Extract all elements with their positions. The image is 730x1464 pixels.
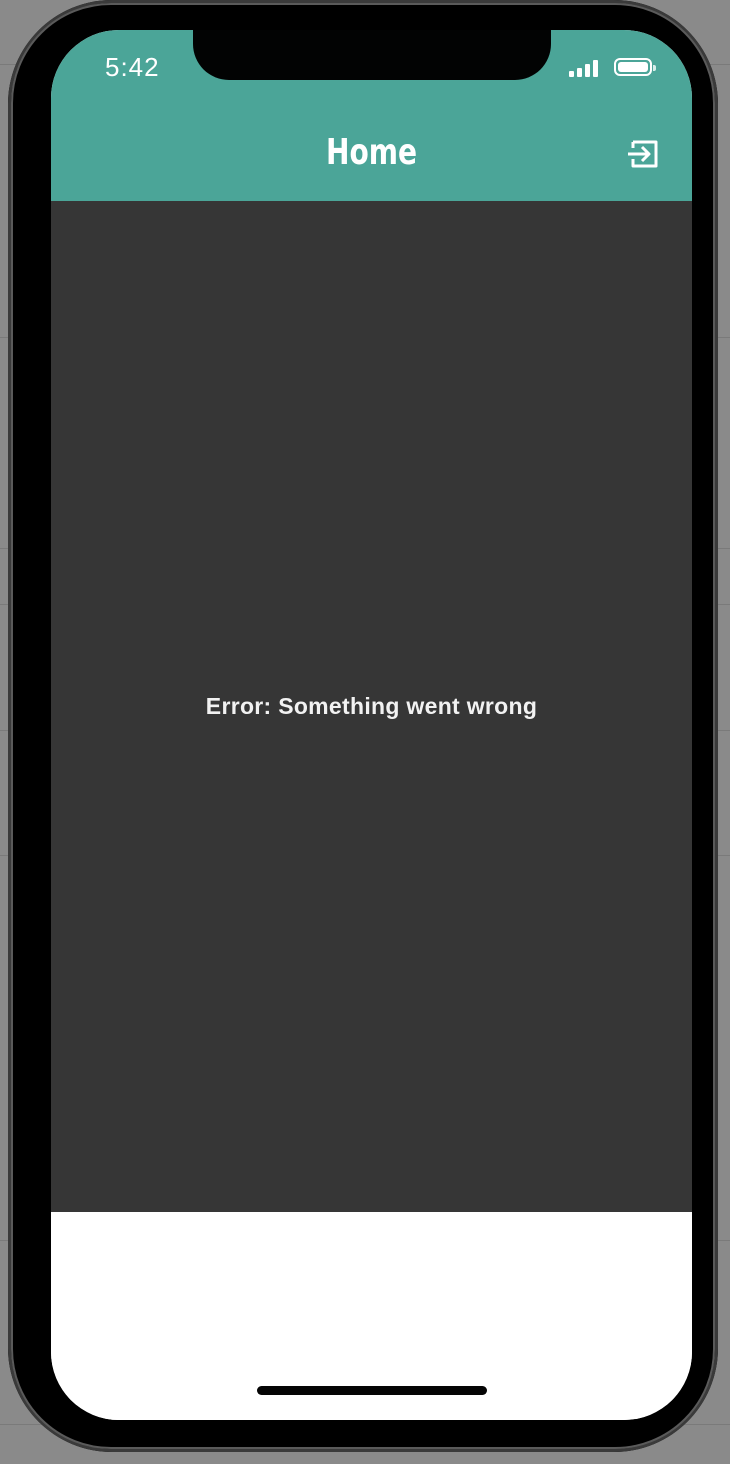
app-header: 5:42 Home: [51, 30, 692, 201]
home-indicator[interactable]: [257, 1386, 487, 1395]
phone-screen: 5:42 Home Error: Something went wrong: [51, 30, 692, 1420]
cellular-signal-icon: [569, 59, 601, 77]
phone-frame: 5:42 Home Error: Something went wrong: [8, 0, 718, 1452]
logout-button[interactable]: [625, 134, 665, 174]
bottom-safe-area: [51, 1212, 692, 1420]
device-notch: [193, 30, 551, 80]
battery-icon: [614, 58, 656, 76]
main-content: Error: Something went wrong: [51, 201, 692, 1212]
status-time: 5:42: [105, 52, 160, 82]
page-title: Home: [325, 132, 418, 173]
error-message: Error: Something went wrong: [205, 693, 538, 719]
logout-icon: [628, 140, 658, 168]
